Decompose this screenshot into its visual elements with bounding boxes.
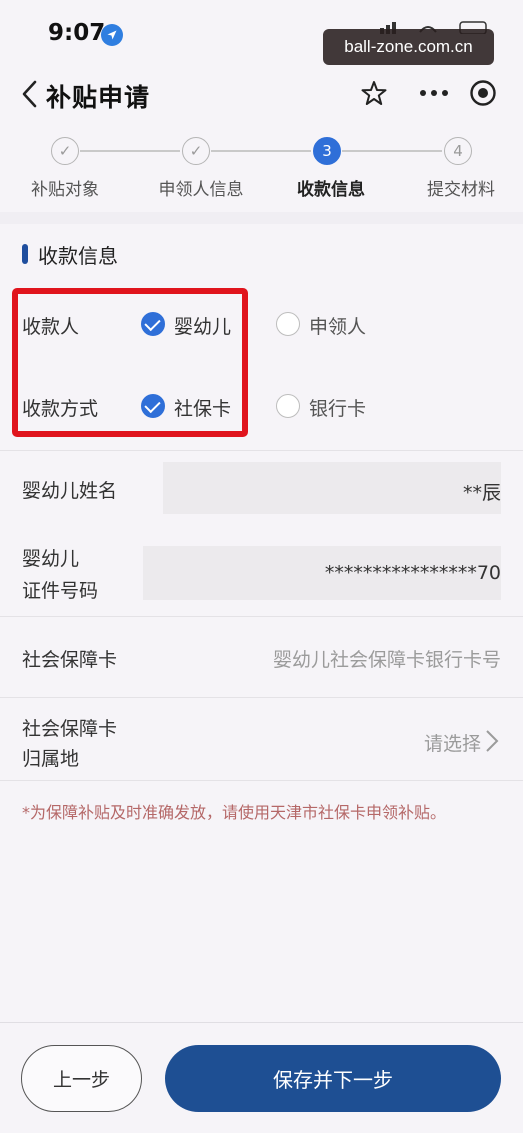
progress-stepper: ✓ ✓ 3 4 补贴对象 申领人信息 收款信息 提交材料 xyxy=(0,128,523,212)
infant-id-label-line1: 婴幼儿 xyxy=(22,548,80,570)
section-accent-bar xyxy=(22,244,28,264)
infant-name-label: 婴幼儿姓名 xyxy=(22,480,118,502)
chevron-right-icon[interactable] xyxy=(485,729,499,753)
nav-bar: 补贴申请 xyxy=(0,70,523,120)
infant-id-value: ****************70 xyxy=(324,562,501,584)
watermark: ball-zone.com.cn xyxy=(323,29,494,65)
save-and-next-button[interactable]: 保存并下一步 xyxy=(165,1045,501,1112)
location-arrow-icon xyxy=(101,24,123,46)
step-connector xyxy=(211,150,311,152)
row-divider xyxy=(0,697,523,698)
star-icon[interactable] xyxy=(361,80,387,106)
method-option-bankcard-label[interactable]: 银行卡 xyxy=(309,394,366,421)
close-miniprogram-icon[interactable] xyxy=(469,79,497,107)
section-title: 收款信息 xyxy=(38,244,118,268)
step-label-1: 补贴对象 xyxy=(31,180,99,200)
step-label-4: 提交材料 xyxy=(427,180,495,200)
previous-step-button[interactable]: 上一步 xyxy=(21,1045,142,1112)
infant-name-field[interactable] xyxy=(163,462,501,514)
step-connector xyxy=(342,150,442,152)
row-divider xyxy=(0,616,523,617)
payee-option-applicant-label[interactable]: 申领人 xyxy=(309,312,366,339)
ss-card-origin-label-line1: 社会保障卡 xyxy=(22,718,118,740)
step-3-current: 3 xyxy=(313,137,341,165)
ss-card-input[interactable]: 婴幼儿社会保障卡银行卡号 xyxy=(273,645,501,672)
step-1-done-icon: ✓ xyxy=(51,137,79,165)
infant-id-label-line2: 证件号码 xyxy=(22,580,99,602)
step-label-2: 申领人信息 xyxy=(158,180,244,200)
step-label-3: 收款信息 xyxy=(297,180,365,200)
payee-option-applicant-radio[interactable] xyxy=(276,312,300,336)
row-divider xyxy=(0,450,523,451)
section-header: 收款信息 xyxy=(0,224,523,284)
ss-card-origin-select[interactable]: 请选择 xyxy=(424,729,481,756)
back-chevron-icon[interactable] xyxy=(18,78,42,110)
section-divider xyxy=(0,212,523,224)
page-title: 补贴申请 xyxy=(46,83,151,112)
status-bar: 9:07 ball-zone.com.cn xyxy=(0,0,523,70)
step-2-done-icon: ✓ xyxy=(182,137,210,165)
method-option-bankcard-radio[interactable] xyxy=(276,394,300,418)
bottom-action-bar: 上一步 保存并下一步 xyxy=(0,1022,523,1133)
notice-text: *为保障补贴及时准确发放，请使用天津市社保卡申领补贴。 xyxy=(22,803,447,822)
ss-card-origin-label-line2: 归属地 xyxy=(22,748,80,770)
step-4-pending: 4 xyxy=(444,137,472,165)
step-connector xyxy=(80,150,180,152)
row-divider xyxy=(0,780,523,781)
red-highlight-box xyxy=(12,288,248,437)
infant-name-value: **辰 xyxy=(462,482,501,504)
more-icon[interactable] xyxy=(418,80,450,106)
status-time: 9:07 xyxy=(48,20,106,46)
ss-card-label: 社会保障卡 xyxy=(22,649,118,671)
